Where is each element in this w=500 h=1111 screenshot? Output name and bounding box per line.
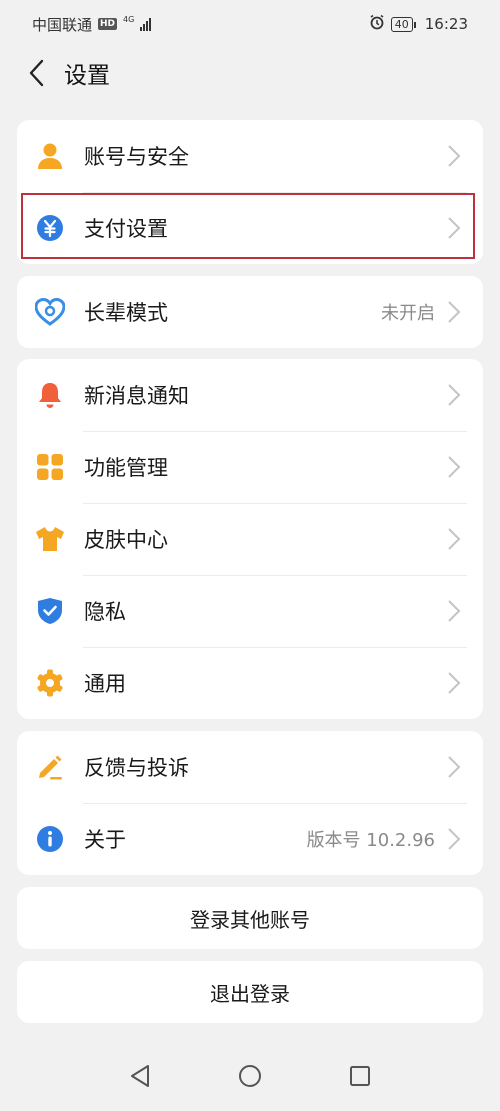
- row-value: 未开启: [381, 303, 435, 324]
- row-label: 新消息通知: [84, 384, 189, 408]
- chevron-right-icon: [448, 672, 461, 694]
- hd-badge: HD: [98, 18, 118, 30]
- shirt-icon: [35, 524, 65, 554]
- feedback-row[interactable]: 反馈与投诉: [17, 731, 483, 803]
- elder-mode-row[interactable]: 长辈模式 未开启: [17, 276, 483, 348]
- header: 设置: [0, 50, 500, 96]
- bell-icon: [35, 380, 65, 410]
- row-label: 账号与安全: [84, 145, 189, 169]
- privacy-row[interactable]: 隐私: [17, 575, 483, 647]
- yuan-icon: [35, 213, 65, 243]
- alarm-icon: [369, 14, 385, 34]
- navigation-bar: [0, 1041, 500, 1111]
- info-icon: [35, 824, 65, 854]
- version-value: 版本号 10.2.96: [306, 830, 435, 851]
- square-recents-icon: [350, 1066, 370, 1086]
- chevron-right-icon: [448, 828, 461, 850]
- row-label: 支付设置: [84, 217, 168, 241]
- account-security-row[interactable]: 账号与安全: [17, 120, 483, 192]
- row-label: 长辈模式: [84, 301, 168, 325]
- triangle-back-icon: [131, 1065, 149, 1087]
- battery-icon: 40: [390, 16, 416, 32]
- network-label: 4G: [123, 15, 135, 24]
- chevron-right-icon: [448, 756, 461, 778]
- gear-icon: [35, 668, 65, 698]
- about-group: 反馈与投诉 关于 版本号 10.2.96: [17, 731, 483, 875]
- status-bar: 中国联通 HD 4G 40 16:23: [0, 0, 500, 48]
- skin-center-row[interactable]: 皮肤中心: [17, 503, 483, 575]
- user-icon: [35, 141, 65, 171]
- payment-settings-row[interactable]: 支付设置: [17, 192, 483, 264]
- back-button[interactable]: [14, 51, 58, 95]
- row-label: 通用: [84, 672, 126, 696]
- chevron-right-icon: [448, 145, 461, 167]
- row-label: 反馈与投诉: [84, 756, 189, 780]
- logout-button[interactable]: 退出登录: [17, 961, 483, 1023]
- general-row[interactable]: 通用: [17, 647, 483, 719]
- chevron-right-icon: [448, 528, 461, 550]
- status-left: 中国联通 HD 4G: [32, 14, 152, 35]
- grid-icon: [35, 452, 65, 482]
- chevron-right-icon: [448, 301, 461, 323]
- row-label: 隐私: [84, 600, 126, 624]
- status-right: 40 16:23: [369, 14, 468, 34]
- about-row[interactable]: 关于 版本号 10.2.96: [17, 803, 483, 875]
- general-group: 新消息通知 功能管理 皮肤中心 隐私 通用: [17, 359, 483, 719]
- heart-icon: [35, 297, 65, 327]
- shield-icon: [35, 596, 65, 626]
- notification-row[interactable]: 新消息通知: [17, 359, 483, 431]
- nav-recents-button[interactable]: [345, 1061, 375, 1091]
- back-arrow-icon: [29, 59, 44, 87]
- clock-time: 16:23: [424, 15, 468, 33]
- switch-account-button[interactable]: 登录其他账号: [17, 887, 483, 949]
- chevron-right-icon: [448, 456, 461, 478]
- row-label: 功能管理: [84, 456, 168, 480]
- chevron-right-icon: [448, 384, 461, 406]
- chevron-right-icon: [448, 217, 461, 239]
- carrier-label: 中国联通: [32, 15, 93, 34]
- row-label: 关于: [84, 828, 126, 852]
- elder-mode-group: 长辈模式 未开启: [17, 276, 483, 348]
- signal-icon: [140, 17, 152, 31]
- pencil-icon: [35, 752, 65, 782]
- page-title: 设置: [64, 63, 110, 89]
- circle-home-icon: [239, 1065, 261, 1087]
- account-group: 账号与安全 支付设置: [17, 120, 483, 264]
- row-label: 皮肤中心: [84, 528, 168, 552]
- nav-back-button[interactable]: [125, 1061, 155, 1091]
- chevron-right-icon: [448, 600, 461, 622]
- nav-home-button[interactable]: [235, 1061, 265, 1091]
- feature-management-row[interactable]: 功能管理: [17, 431, 483, 503]
